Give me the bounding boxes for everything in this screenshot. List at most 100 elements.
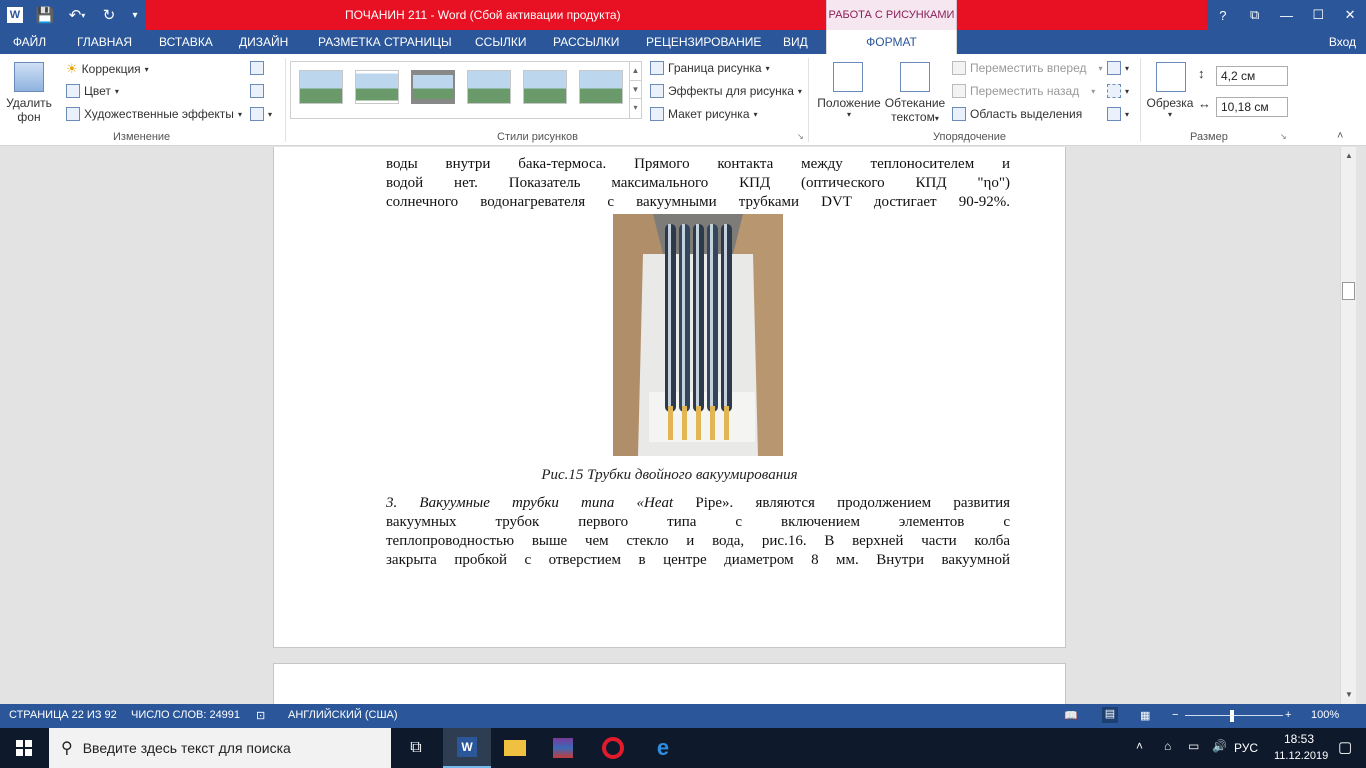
maximize-button[interactable]: ☐ xyxy=(1302,0,1334,30)
compress-pictures-icon[interactable] xyxy=(250,61,264,75)
redo-icon[interactable]: ↻ xyxy=(94,0,124,30)
zoom-out-icon[interactable]: − xyxy=(1172,709,1178,721)
quick-access-toolbar: W 💾 ↶ ▾ ↻ ▾ xyxy=(0,0,146,30)
sign-in-link[interactable]: Вход xyxy=(1329,30,1356,54)
paragraph-2: 3. Вакуумные трубки типа «Heat Pipe». яв… xyxy=(386,494,1010,570)
clock-time[interactable]: 18:53 xyxy=(1284,732,1314,746)
reset-picture-icon[interactable]: ▾ xyxy=(250,107,272,121)
web-layout-icon[interactable]: ▦ xyxy=(1140,709,1150,722)
gallery-up-arrow-icon[interactable]: ▲ xyxy=(630,62,641,80)
tab-file[interactable]: ФАЙЛ xyxy=(0,30,59,54)
remove-background-button[interactable]: Удалить фон xyxy=(6,96,52,124)
selection-pane-button[interactable]: Область выделения xyxy=(952,107,1082,121)
remove-background-icon xyxy=(14,62,44,92)
help-button[interactable]: ? xyxy=(1207,0,1239,30)
color-label: Цвет xyxy=(84,84,111,98)
selection-pane-label: Область выделения xyxy=(970,107,1083,121)
tab-mailings[interactable]: РАССЫЛКИ xyxy=(553,30,619,54)
battery-icon[interactable]: ▭ xyxy=(1188,739,1199,753)
crop-label: Обрезка xyxy=(1146,96,1194,110)
bring-forward-icon xyxy=(952,61,966,75)
network-icon[interactable]: ⌂ xyxy=(1164,739,1171,753)
show-hidden-icons-icon[interactable]: ˄ xyxy=(1136,739,1143,753)
proofing-icon[interactable]: ⊡ xyxy=(256,709,265,722)
vertical-scrollbar[interactable]: ▲ ▼ xyxy=(1340,147,1356,704)
crop-button[interactable]: Обрезка ▾ xyxy=(1146,96,1194,119)
tab-home[interactable]: ГЛАВНАЯ xyxy=(77,30,132,54)
picture-border-button[interactable]: Граница рисунка ▾ xyxy=(650,61,770,75)
tab-review[interactable]: РЕЦЕНЗИРОВАНИЕ xyxy=(646,30,761,54)
height-icon: ↕ xyxy=(1198,66,1205,81)
tab-page-layout[interactable]: РАЗМЕТКА СТРАНИЦЫ xyxy=(318,30,452,54)
width-input[interactable]: 10,18 см xyxy=(1216,97,1288,117)
notifications-icon[interactable]: ▢ xyxy=(1338,738,1352,756)
corrections-button[interactable]: ☀ Коррекция ▾ xyxy=(66,61,149,77)
gallery-down-arrow-icon[interactable]: ▼ xyxy=(630,80,641,98)
collapse-ribbon-icon[interactable]: ˄ xyxy=(1337,130,1343,142)
ribbon-display-options-button[interactable]: ⧉ xyxy=(1239,0,1271,30)
zoom-slider[interactable] xyxy=(1185,715,1283,716)
save-icon[interactable]: 💾 xyxy=(30,0,60,30)
document-page-next[interactable] xyxy=(273,663,1066,704)
close-button[interactable]: ✕ xyxy=(1334,0,1366,30)
winrar-icon[interactable] xyxy=(539,728,587,768)
zoom-level[interactable]: 100% xyxy=(1311,709,1339,721)
group-adjust-label: Изменение xyxy=(113,131,171,143)
input-language[interactable]: РУС xyxy=(1234,741,1258,755)
picture-style-thumb-selected[interactable] xyxy=(411,70,455,104)
picture-style-thumb[interactable] xyxy=(523,70,567,104)
picture-layout-button[interactable]: Макет рисунка ▾ xyxy=(650,107,758,121)
zoom-slider-thumb[interactable] xyxy=(1230,710,1234,722)
language-indicator[interactable]: АНГЛИЙСКИЙ (США) xyxy=(288,709,398,721)
clock-date[interactable]: 11.12.2019 xyxy=(1274,750,1328,762)
divider xyxy=(1140,58,1141,142)
volume-icon[interactable]: 🔊 xyxy=(1212,739,1227,753)
word-count[interactable]: ЧИСЛО СЛОВ: 24991 xyxy=(131,709,240,721)
picture-style-thumb[interactable] xyxy=(579,70,623,104)
tab-insert[interactable]: ВСТАВКА xyxy=(159,30,213,54)
picture-style-thumb[interactable] xyxy=(355,70,399,104)
picture-style-thumb[interactable] xyxy=(467,70,511,104)
change-picture-icon[interactable] xyxy=(250,84,264,98)
tab-format[interactable]: ФОРМАТ xyxy=(826,30,957,55)
undo-icon[interactable]: ↶ ▾ xyxy=(60,0,94,30)
opera-icon[interactable] xyxy=(589,728,637,768)
word-taskbar-icon[interactable]: W xyxy=(443,728,491,768)
width-icon: ↔ xyxy=(1198,96,1211,111)
size-dialog-launcher-icon[interactable]: ↘ xyxy=(1280,132,1287,141)
tab-design[interactable]: ДИЗАЙН xyxy=(239,30,288,54)
start-button[interactable] xyxy=(0,728,48,768)
print-layout-icon[interactable]: ▤ xyxy=(1102,707,1118,723)
tab-view[interactable]: ВИД xyxy=(783,30,808,54)
file-explorer-icon[interactable] xyxy=(491,728,539,768)
scrollbar-thumb[interactable] xyxy=(1342,282,1355,300)
vacuum-tubes-photo[interactable] xyxy=(613,214,783,456)
gallery-more-icon[interactable]: ▾ xyxy=(630,98,641,116)
align-icon[interactable]: ▾ xyxy=(1107,61,1129,75)
scroll-down-arrow-icon[interactable]: ▼ xyxy=(1343,689,1355,701)
height-input[interactable]: 4,2 см xyxy=(1216,66,1288,86)
word-app-icon[interactable]: W xyxy=(0,0,30,30)
document-page[interactable]: воды внутри бака-термоса. Прямого контак… xyxy=(273,147,1066,648)
page-count[interactable]: СТРАНИЦА 22 ИЗ 92 xyxy=(9,709,117,721)
rotate-icon[interactable]: ▾ xyxy=(1107,107,1129,121)
task-view-icon[interactable]: ⧉ xyxy=(392,728,440,768)
color-button[interactable]: Цвет ▾ xyxy=(66,84,119,98)
zoom-in-icon[interactable]: + xyxy=(1285,709,1291,721)
dialog-launcher-icon[interactable]: ↘ xyxy=(797,132,804,141)
minimize-button[interactable]: — xyxy=(1271,0,1303,30)
edge-icon[interactable]: e xyxy=(639,728,687,768)
read-mode-icon[interactable]: 📖 xyxy=(1064,709,1078,722)
bring-forward-button[interactable]: Переместить вперед ▾ xyxy=(952,61,1103,75)
position-button[interactable]: Положение ▾ xyxy=(816,96,882,119)
picture-style-thumb[interactable] xyxy=(299,70,343,104)
picture-effects-button[interactable]: Эффекты для рисунка ▾ xyxy=(650,84,802,98)
customize-qat-icon[interactable]: ▾ xyxy=(124,0,146,30)
taskbar-search-box[interactable]: ⚲ Введите здесь текст для поиска xyxy=(49,728,391,768)
group-objects-icon[interactable]: ▾ xyxy=(1107,84,1129,98)
scroll-up-arrow-icon[interactable]: ▲ xyxy=(1343,150,1355,162)
artistic-effects-button[interactable]: Художественные эффекты ▾ xyxy=(66,107,242,121)
send-backward-button[interactable]: Переместить назад ▾ xyxy=(952,84,1095,98)
wrap-text-button[interactable]: Обтекание текстом▾ xyxy=(884,96,946,124)
tab-references[interactable]: ССЫЛКИ xyxy=(475,30,526,54)
